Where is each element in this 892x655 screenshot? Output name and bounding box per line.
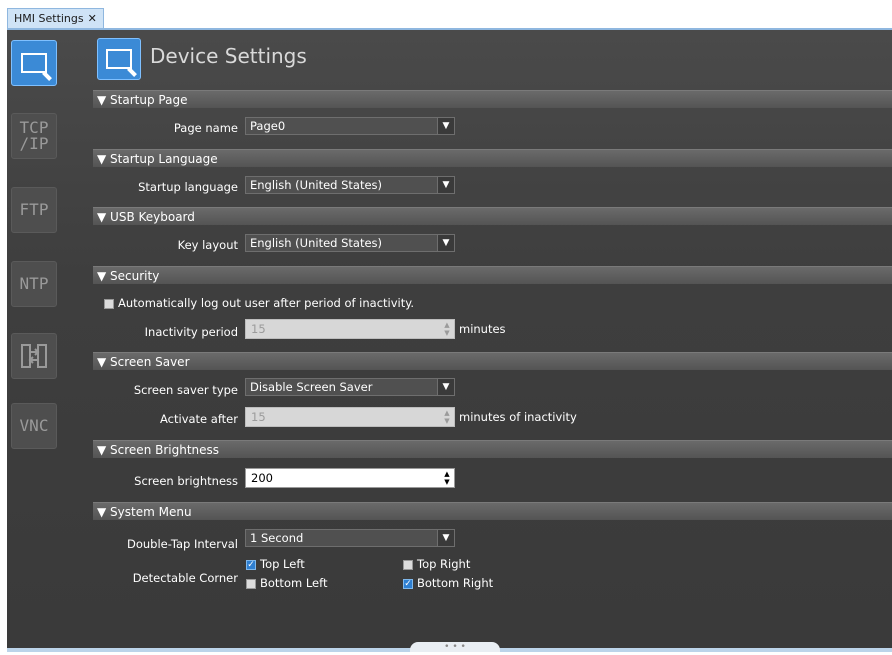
spinner-up-icon[interactable]: ▲ (444, 470, 449, 478)
monitor-icon (21, 53, 47, 73)
double-tap-select[interactable]: 1 Second ▼ (245, 529, 455, 547)
screen-saver-type-select[interactable]: Disable Screen Saver ▼ (245, 378, 455, 396)
inactivity-period-stepper[interactable]: 15 ▲ ▼ (245, 319, 455, 339)
tab-label: HMI Settings (14, 12, 84, 25)
spinner-down-icon[interactable]: ▼ (444, 417, 449, 425)
ntp-icon: NTP (19, 274, 49, 293)
section-security[interactable]: ▼ Security (93, 266, 892, 284)
resize-grip[interactable]: • • • (410, 642, 500, 652)
sidebar-item-transfer[interactable] (11, 333, 57, 379)
screen-brightness-label: Screen brightness (134, 474, 238, 488)
page-title: Device Settings (150, 44, 307, 68)
section-usb-keyboard[interactable]: ▼ USB Keyboard (93, 207, 892, 225)
chevron-down-icon[interactable]: ▼ (437, 530, 454, 546)
screen-brightness-value: 200 (251, 471, 273, 485)
section-startup-page[interactable]: ▼ Startup Page (93, 90, 892, 108)
spinner-down-icon[interactable]: ▼ (444, 329, 449, 337)
section-system-menu[interactable]: ▼ System Menu (93, 502, 892, 520)
sidebar-item-tcpip[interactable]: TCP /IP (11, 113, 57, 159)
startup-language-label: Startup language (138, 180, 238, 194)
monitor-icon (106, 49, 132, 69)
close-icon[interactable]: ✕ (88, 12, 97, 25)
key-layout-label: Key layout (177, 238, 238, 252)
startup-language-value: English (United States) (250, 178, 383, 192)
top-left-label: Top Left (260, 557, 305, 571)
auto-logout-checkbox[interactable] (104, 299, 114, 309)
key-layout-value: English (United States) (250, 236, 383, 250)
section-screen-brightness[interactable]: ▼ Screen Brightness (93, 440, 892, 458)
double-tap-label: Double-Tap Interval (126, 537, 238, 551)
tab-hmi-settings[interactable]: HMI Settings ✕ (7, 8, 104, 28)
chevron-down-icon[interactable]: ▼ (437, 235, 454, 251)
screen-saver-type-value: Disable Screen Saver (250, 380, 373, 394)
tab-bar: HMI Settings ✕ (0, 0, 892, 29)
inactivity-unit: minutes (459, 322, 506, 336)
chevron-down-icon[interactable]: ▼ (437, 177, 454, 193)
section-screen-saver[interactable]: ▼ Screen Saver (93, 352, 892, 370)
page-name-select[interactable]: Page0 ▼ (245, 117, 455, 135)
bottom-right-checkbox[interactable]: ✓ (403, 579, 413, 589)
auto-logout-label: Automatically log out user after period … (118, 296, 415, 310)
activate-after-stepper[interactable]: 15 ▲ ▼ (245, 407, 455, 427)
inactivity-period-value: 15 (251, 322, 266, 336)
chevron-down-icon[interactable]: ▼ (437, 118, 454, 134)
activate-after-value: 15 (251, 410, 266, 424)
top-right-checkbox[interactable] (403, 560, 413, 570)
top-left-checkbox[interactable]: ✓ (246, 560, 256, 570)
transfer-icon (21, 344, 47, 368)
spinner-icon[interactable]: ▲ ▼ (442, 470, 452, 486)
activate-after-label: Activate after (160, 412, 238, 426)
section-startup-language[interactable]: ▼ Startup Language (93, 149, 892, 167)
device-settings-icon (97, 38, 141, 80)
activate-after-unit: minutes of inactivity (459, 410, 577, 424)
bottom-left-label: Bottom Left (260, 576, 328, 590)
page-name-label: Page name (173, 121, 238, 135)
screen-saver-type-label: Screen saver type (133, 383, 238, 397)
check-icon: ✓ (404, 579, 412, 589)
sidebar-item-ftp[interactable]: FTP (11, 187, 57, 233)
spinner-up-icon[interactable]: ▲ (444, 409, 449, 417)
sidebar-item-ntp[interactable]: NTP (11, 261, 57, 307)
spinner-icon[interactable]: ▲ ▼ (442, 321, 452, 337)
bottom-left-checkbox[interactable] (246, 579, 256, 589)
top-right-label: Top Right (417, 557, 471, 571)
page-name-value: Page0 (250, 119, 286, 133)
screen-brightness-stepper[interactable]: 200 ▲ ▼ (245, 468, 455, 488)
chevron-down-icon[interactable]: ▼ (437, 379, 454, 395)
key-layout-select[interactable]: English (United States) ▼ (245, 234, 455, 252)
tcpip-icon: TCP /IP (19, 118, 49, 153)
startup-language-select[interactable]: English (United States) ▼ (245, 176, 455, 194)
vnc-icon: VNC (19, 416, 49, 435)
spinner-down-icon[interactable]: ▼ (444, 478, 449, 486)
sidebar-item-vnc[interactable]: VNC (11, 403, 57, 449)
check-icon: ✓ (247, 560, 255, 570)
spinner-up-icon[interactable]: ▲ (444, 321, 449, 329)
sidebar-item-device[interactable] (11, 40, 57, 86)
detectable-corner-label: Detectable Corner (132, 571, 238, 585)
spinner-icon[interactable]: ▲ ▼ (442, 409, 452, 425)
double-tap-value: 1 Second (250, 531, 304, 545)
bottom-right-label: Bottom Right (417, 576, 494, 590)
ftp-icon: FTP (19, 200, 49, 219)
inactivity-period-label: Inactivity period (144, 325, 238, 339)
